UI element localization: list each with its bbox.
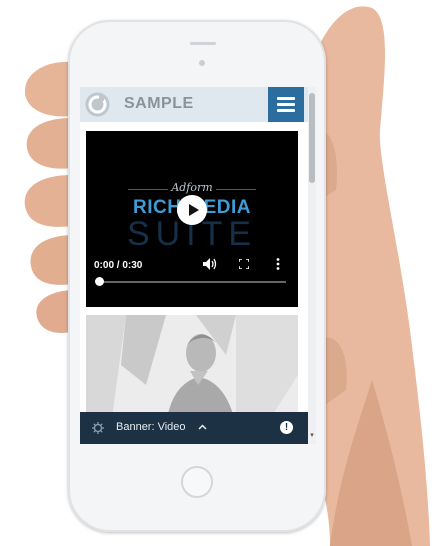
hamburger-menu-button[interactable] [268,87,304,122]
hamburger-menu-icon [277,97,295,100]
fullscreen-icon[interactable] [239,259,249,269]
chevron-up-icon[interactable] [198,424,207,430]
ring-logo-icon [85,92,110,117]
scrollbar-thumb[interactable] [309,93,315,183]
phone-camera [199,60,205,66]
phone-screen: SAMPLE Adform SUITE RICH MEDIA 0:00 / 0:… [80,87,316,444]
video-player[interactable]: Adform SUITE RICH MEDIA 0:00 / 0:30 [86,131,298,307]
banner-photo [86,315,298,425]
video-progress-track[interactable] [98,281,286,283]
alert-icon[interactable]: ! [280,421,293,434]
home-button[interactable] [181,466,213,498]
app-header: SAMPLE [80,87,308,122]
banner-info-bar[interactable]: Banner: Video ! [80,412,308,444]
video-time: 0:00 / 0:30 [94,260,143,271]
hamburger-line [277,109,295,112]
phone-speaker [190,42,216,45]
banner-label: Banner: Video [116,421,186,433]
video-progress-handle[interactable] [95,277,104,286]
app-title: SAMPLE [124,95,194,112]
play-icon[interactable] [177,195,207,225]
phone-device: SAMPLE Adform SUITE RICH MEDIA 0:00 / 0:… [68,20,326,532]
more-vertical-icon[interactable] [276,258,280,270]
volume-icon[interactable] [203,258,217,270]
brand-script-text: Adform [171,181,213,194]
scroll-down-arrow-icon[interactable]: ▾ [308,431,316,439]
gear-icon[interactable] [92,422,104,434]
hamburger-line [277,103,295,106]
